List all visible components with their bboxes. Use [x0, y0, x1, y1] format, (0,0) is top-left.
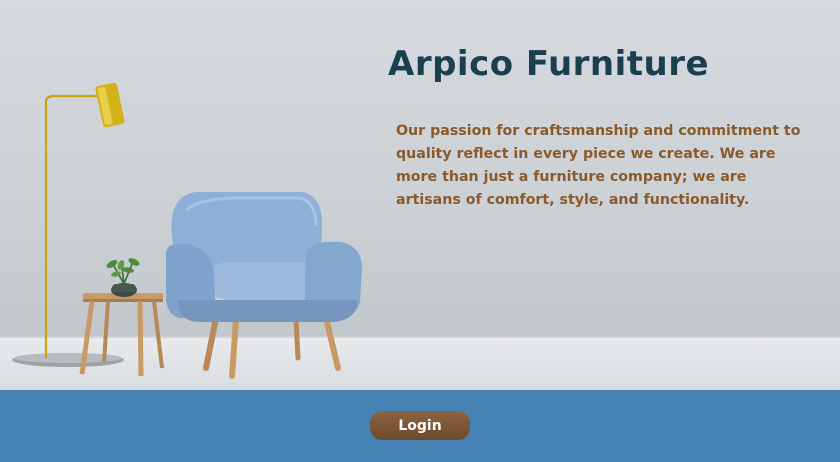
armchair: [165, 192, 362, 379]
hero-description: Our passion for craftsmanship and commit…: [396, 123, 801, 208]
login-button[interactable]: Login: [370, 411, 470, 440]
page-title: Arpico Furniture: [388, 44, 710, 84]
hero-section: Arpico Furniture Our passion for craftsm…: [0, 0, 840, 390]
potted-plant: [106, 258, 140, 297]
